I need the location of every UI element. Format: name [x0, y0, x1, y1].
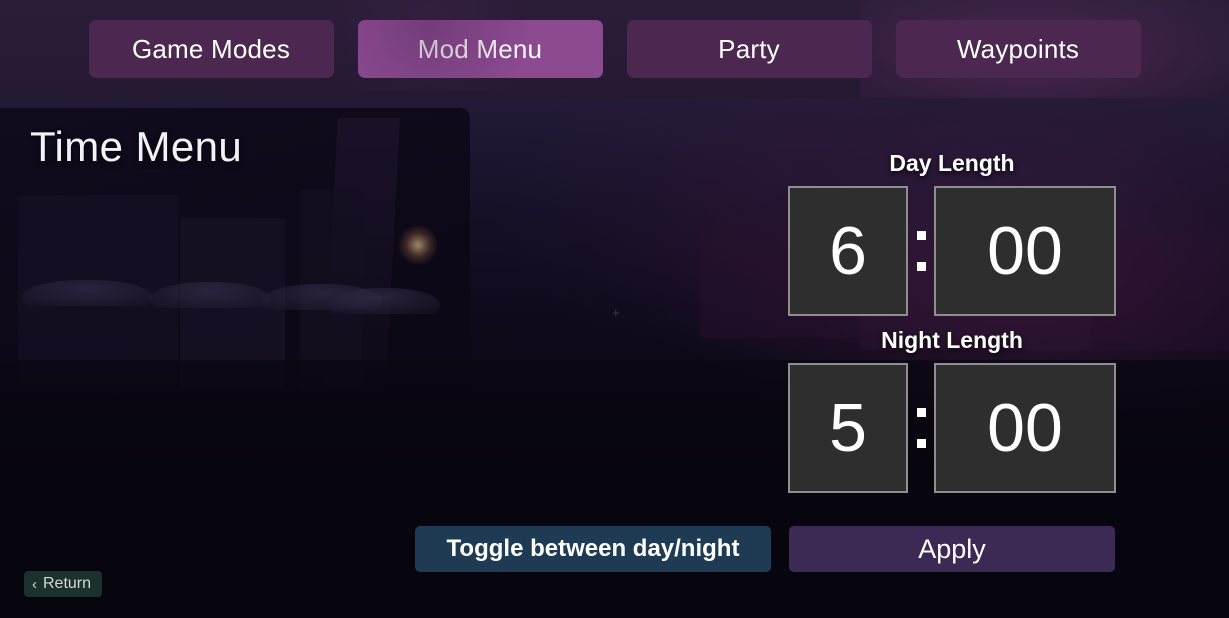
- day-length-minutes-input[interactable]: 00: [934, 186, 1116, 316]
- scene-pod: [330, 288, 440, 314]
- day-length-time-row: 6 00: [788, 186, 1116, 316]
- tab-waypoints[interactable]: Waypoints: [895, 20, 1141, 78]
- scene-pod: [22, 280, 152, 306]
- day-length-label: Day Length: [889, 150, 1015, 176]
- tab-list: Game Modes Mod Menu Party Waypoints: [0, 0, 1229, 98]
- tab-mod-menu[interactable]: Mod Menu: [357, 20, 603, 78]
- colon-dot-top: [916, 408, 926, 417]
- day-length-hours-input[interactable]: 6: [788, 186, 908, 316]
- tab-party[interactable]: Party: [626, 20, 872, 78]
- game-ui-root: + Game Modes Mod Menu Party Waypoints Ti…: [0, 0, 1229, 618]
- page-title: Time Menu: [30, 123, 243, 170]
- scene-pod: [150, 282, 270, 308]
- top-tab-bar: Game Modes Mod Menu Party Waypoints: [0, 0, 1229, 98]
- colon-dot-top: [916, 231, 926, 240]
- tab-game-modes[interactable]: Game Modes: [88, 20, 334, 78]
- toggle-day-night-button[interactable]: Toggle between day/night: [415, 526, 771, 572]
- night-length-time-row: 5 00: [788, 363, 1116, 493]
- day-length-group: Day Length 6 00: [788, 150, 1116, 316]
- night-length-hours-input[interactable]: 5: [788, 363, 908, 493]
- night-length-minutes-input[interactable]: 00: [934, 363, 1116, 493]
- apply-button[interactable]: Apply: [789, 526, 1115, 572]
- colon-dot-bottom: [916, 262, 926, 271]
- return-button-label: Return: [43, 575, 92, 592]
- day-length-separator: [908, 186, 934, 316]
- night-length-label: Night Length: [881, 327, 1023, 353]
- night-length-separator: [908, 363, 934, 493]
- chevron-left-icon: ‹: [32, 575, 37, 593]
- scene-lamp-glow: [398, 225, 438, 265]
- crosshair-icon: +: [612, 305, 620, 320]
- colon-dot-bottom: [916, 439, 926, 448]
- return-button[interactable]: ‹ Return: [24, 571, 103, 597]
- night-length-group: Night Length 5 00: [788, 327, 1116, 493]
